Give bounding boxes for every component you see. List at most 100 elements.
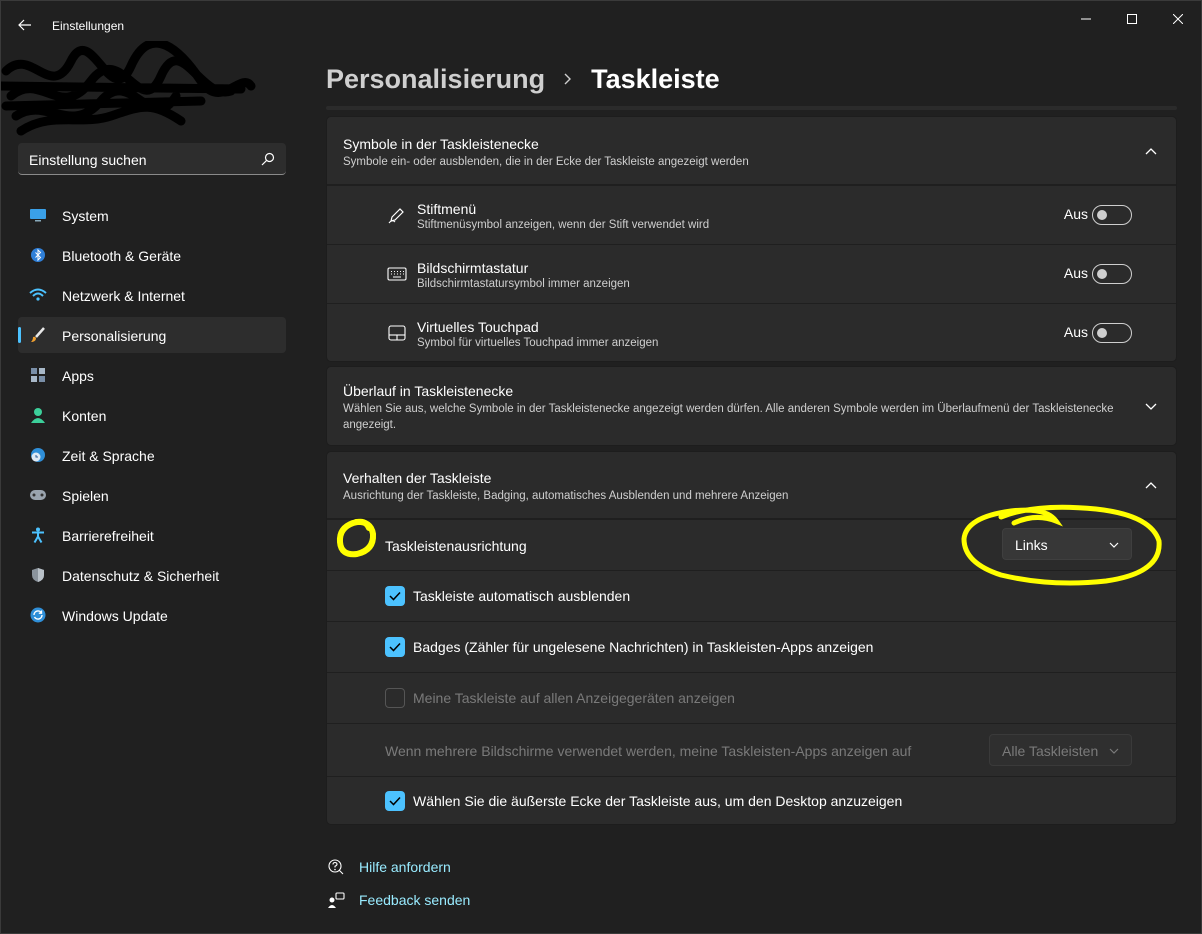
minimize-icon — [1081, 18, 1091, 20]
checkmark-icon — [389, 591, 401, 601]
close-icon — [1173, 14, 1183, 24]
page-title: Taskleiste — [591, 63, 720, 94]
back-arrow-icon — [18, 19, 31, 31]
multi-display-value: Alle Taskleisten — [1002, 743, 1099, 759]
touchpad-icon — [387, 323, 407, 343]
sidebar-nav: System Bluetooth & Geräte Netzwerk & Int… — [18, 197, 286, 637]
all-displays-label: Meine Taskleiste auf allen Anzeigegeräte… — [413, 690, 735, 706]
help-link[interactable]: Hilfe anfordern — [326, 855, 451, 879]
minimize-button[interactable] — [1063, 5, 1109, 33]
far-corner-checkbox[interactable] — [385, 791, 405, 811]
touch-keyboard-toggle[interactable] — [1092, 264, 1132, 284]
card-subtitle: Symbole ein- oder ausblenden, die in der… — [343, 156, 749, 168]
card-title: Symbole in der Taskleistenecke — [343, 136, 539, 152]
sidebar-item-accessibility[interactable]: Barrierefreiheit — [18, 517, 286, 553]
close-button[interactable] — [1155, 5, 1201, 33]
brush-icon — [29, 327, 47, 343]
search-icon — [261, 152, 275, 166]
globe-clock-icon — [29, 447, 47, 463]
checkmark-icon — [389, 642, 401, 652]
sidebar-item-system[interactable]: System — [18, 197, 286, 233]
alignment-row: Taskleistenausrichtung Links — [327, 519, 1176, 570]
sidebar-item-label: Apps — [62, 368, 94, 384]
corner-icons-card: Symbole in der Taskleistenecke Symbole e… — [326, 116, 1177, 362]
feedback-link-label: Feedback senden — [359, 892, 471, 908]
sidebar-item-label: System — [62, 208, 109, 224]
sidebar-item-label: Bluetooth & Geräte — [62, 248, 182, 264]
far-corner-label: Wählen Sie die äußerste Ecke der Tasklei… — [413, 793, 903, 809]
badges-checkbox[interactable] — [385, 637, 405, 657]
auto-hide-checkbox[interactable] — [385, 586, 405, 606]
sidebar-item-label: Zeit & Sprache — [62, 448, 155, 464]
card-subtitle: Wählen Sie aus, welche Symbole in der Ta… — [343, 403, 1114, 431]
chevron-up-icon[interactable] — [1144, 144, 1158, 158]
auto-hide-row: Taskleiste automatisch ausblenden — [327, 570, 1176, 621]
corner-icons-header[interactable]: Symbole in der Taskleistenecke Symbole e… — [327, 117, 1176, 185]
badges-label: Badges (Zähler für ungelesene Nachrichte… — [413, 639, 874, 655]
sidebar-item-label: Personalisierung — [62, 328, 167, 344]
sidebar-item-label: Datenschutz & Sicherheit — [62, 568, 220, 584]
search-box[interactable]: Einstellung suchen — [18, 143, 286, 175]
scrolled-card-edge — [326, 106, 1177, 110]
card-title: Verhalten der Taskleiste — [343, 470, 492, 486]
sidebar-item-time-language[interactable]: Zeit & Sprache — [18, 437, 286, 473]
sidebar-item-accounts[interactable]: Konten — [18, 397, 286, 433]
taskbar-behavior-card: Verhalten der Taskleiste Ausrichtung der… — [326, 451, 1177, 825]
all-displays-row: Meine Taskleiste auf allen Anzeigegeräte… — [327, 672, 1176, 723]
maximize-icon — [1127, 14, 1137, 24]
app-title: Einstellungen — [52, 19, 125, 33]
search-placeholder: Einstellung suchen — [29, 152, 147, 168]
sidebar-item-privacy[interactable]: Datenschutz & Sicherheit — [18, 557, 286, 593]
virtual-touchpad-toggle[interactable] — [1092, 323, 1132, 343]
chevron-up-icon[interactable] — [1144, 478, 1158, 492]
help-link-label: Hilfe anfordern — [359, 859, 451, 875]
row-title: Stiftmenü — [417, 201, 477, 217]
sidebar-item-label: Barrierefreiheit — [62, 528, 154, 544]
virtual-touchpad-row: Virtuelles Touchpad Symbol für virtuelle… — [327, 303, 1176, 361]
sidebar-item-apps[interactable]: Apps — [18, 357, 286, 393]
sidebar-item-personalization[interactable]: Personalisierung — [18, 317, 286, 353]
monitor-icon — [29, 207, 47, 223]
all-displays-checkbox[interactable] — [385, 688, 405, 708]
breadcrumb-parent-link[interactable]: Personalisierung — [326, 64, 545, 95]
far-corner-row: Wählen Sie die äußerste Ecke der Tasklei… — [327, 776, 1176, 824]
multi-display-dropdown[interactable]: Alle Taskleisten — [989, 734, 1132, 766]
sidebar-item-bluetooth[interactable]: Bluetooth & Geräte — [18, 237, 286, 273]
toggle-state-label: Aus — [1063, 206, 1088, 222]
sidebar-item-network[interactable]: Netzwerk & Internet — [18, 277, 286, 313]
card-subtitle: Ausrichtung der Taskleiste, Badging, aut… — [343, 490, 789, 502]
row-subtitle: Bildschirmtastatursymbol immer anzeigen — [417, 278, 630, 290]
chevron-right-icon — [563, 71, 575, 87]
overflow-card[interactable]: Überlauf in Taskleistenecke Wählen Sie a… — [326, 366, 1177, 446]
sidebar-item-gaming[interactable]: Spielen — [18, 477, 286, 513]
alignment-dropdown[interactable]: Links — [1002, 528, 1132, 560]
accessibility-icon — [29, 527, 47, 543]
sidebar-item-windows-update[interactable]: Windows Update — [18, 597, 286, 633]
toggle-state-label: Aus — [1063, 324, 1088, 340]
toggle-state-label: Aus — [1063, 265, 1088, 281]
auto-hide-label: Taskleiste automatisch ausblenden — [413, 588, 631, 604]
pen-menu-toggle[interactable] — [1092, 205, 1132, 225]
sidebar-item-label: Windows Update — [62, 608, 168, 624]
pen-icon — [387, 205, 407, 225]
sidebar-item-label: Netzwerk & Internet — [62, 288, 185, 304]
chevron-down-icon[interactable] — [1144, 400, 1158, 414]
feedback-link[interactable]: Feedback senden — [326, 888, 470, 912]
breadcrumb: Personalisierung Taskleiste — [326, 59, 720, 99]
touch-keyboard-row: Bildschirmtastatur Bildschirmtastatursym… — [327, 244, 1176, 303]
maximize-button[interactable] — [1109, 5, 1155, 33]
row-subtitle: Stiftmenüsymbol anzeigen, wenn der Stift… — [417, 219, 710, 231]
multi-display-label: Wenn mehrere Bildschirme verwendet werde… — [385, 743, 912, 759]
wifi-icon — [29, 287, 47, 303]
chevron-down-icon — [1109, 748, 1119, 754]
checkmark-icon — [389, 796, 401, 806]
behavior-header[interactable]: Verhalten der Taskleiste Ausrichtung der… — [327, 452, 1176, 519]
update-icon — [29, 607, 47, 623]
alignment-label: Taskleistenausrichtung — [385, 538, 527, 554]
keyboard-icon — [387, 264, 407, 284]
back-button[interactable] — [11, 13, 39, 37]
chevron-down-icon — [1109, 542, 1119, 548]
title-bar: Einstellungen — [1, 1, 1201, 45]
person-icon — [29, 407, 47, 423]
apps-icon — [29, 367, 47, 383]
